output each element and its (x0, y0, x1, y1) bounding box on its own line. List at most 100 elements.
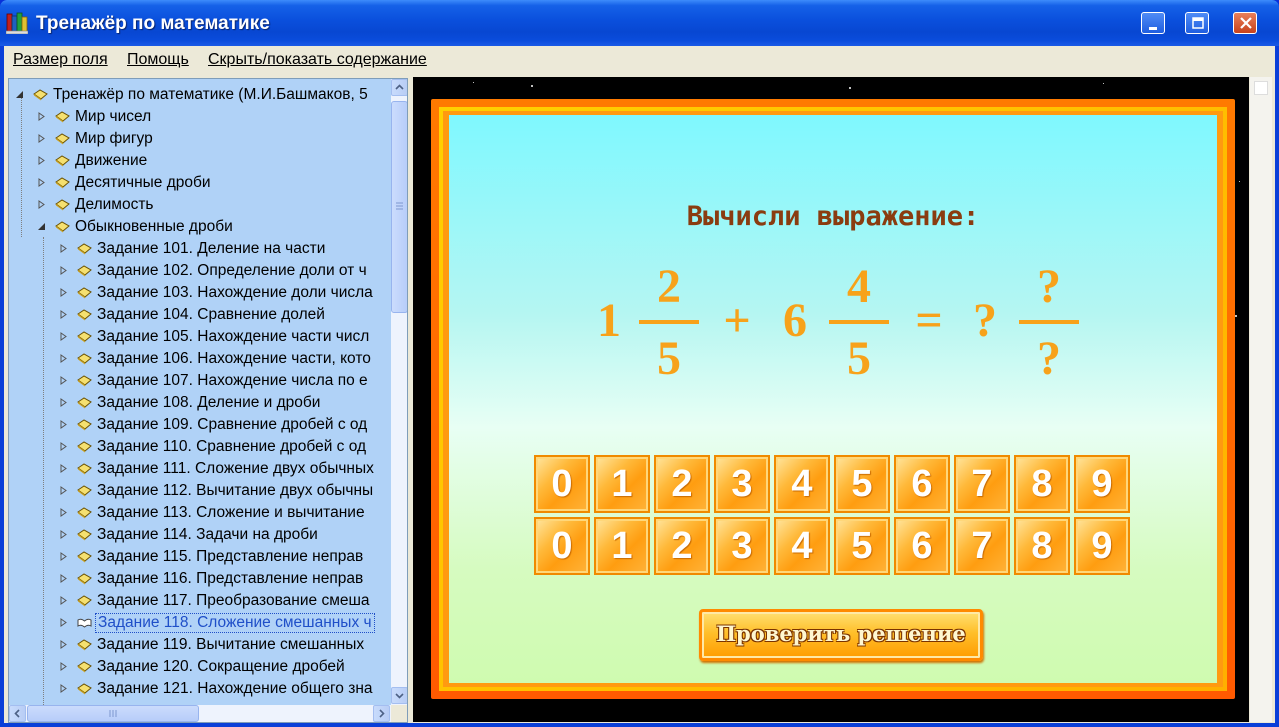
digit-button[interactable]: 8 (1014, 455, 1070, 513)
answer-numerator[interactable]: ? (1025, 259, 1073, 314)
digit-button[interactable]: 6 (894, 517, 950, 575)
scrollbar-corner (391, 705, 407, 722)
digit-button[interactable]: 6 (894, 455, 950, 513)
expand-triangle-icon[interactable] (59, 244, 68, 253)
expand-triangle-icon[interactable] (59, 596, 68, 605)
menu-help[interactable]: Помощь (127, 51, 189, 69)
tree-task-label: Задание 120. Сокращение дробей (97, 658, 345, 675)
tree-task-label: Задание 109. Сравнение дробей с од (97, 416, 368, 433)
expand-triangle-icon[interactable] (59, 486, 68, 495)
book-icon (77, 331, 92, 343)
tree-section-label: Мир фигур (75, 130, 153, 147)
whole-part-2: 6 (783, 294, 807, 347)
scroll-right-button[interactable] (373, 705, 390, 722)
expand-triangle-icon[interactable] (59, 310, 68, 319)
fraction-bar-2 (829, 320, 889, 324)
grip-icon (109, 710, 117, 717)
app-window: Тренажёр по математике Размер поля Помощ… (0, 0, 1279, 727)
arrow-left-icon (14, 709, 20, 718)
expand-triangle-icon[interactable] (37, 112, 46, 121)
content-scrollbar[interactable] (1250, 77, 1272, 722)
expand-triangle-icon[interactable] (59, 442, 68, 451)
expand-triangle-icon[interactable] (59, 508, 68, 517)
expand-triangle-icon[interactable] (37, 200, 46, 209)
expand-triangle-icon[interactable] (59, 398, 68, 407)
expand-triangle-icon[interactable] (59, 574, 68, 583)
plus-sign: + (723, 294, 751, 347)
tree-vertical-scrollbar[interactable] (391, 79, 407, 705)
digit-button[interactable]: 5 (834, 517, 890, 575)
collapse-triangle-icon[interactable] (37, 222, 46, 231)
digit-button[interactable]: 1 (594, 517, 650, 575)
digit-button[interactable]: 4 (774, 455, 830, 513)
digit-button[interactable]: 7 (954, 455, 1010, 513)
numerator-1: 2 (657, 260, 681, 313)
expand-triangle-icon[interactable] (59, 464, 68, 473)
expand-triangle-icon[interactable] (59, 662, 68, 671)
minimize-button[interactable] (1141, 12, 1165, 34)
digit-button[interactable]: 8 (1014, 517, 1070, 575)
digit-button[interactable]: 0 (534, 517, 590, 575)
expand-triangle-icon[interactable] (59, 640, 68, 649)
book-icon (77, 243, 92, 255)
numerator-2: 4 (847, 260, 871, 313)
digit-button[interactable]: 5 (834, 455, 890, 513)
expand-triangle-icon[interactable] (59, 552, 68, 561)
digit-button[interactable]: 7 (954, 517, 1010, 575)
expand-triangle-icon[interactable] (59, 376, 68, 385)
menu-toggle-contents[interactable]: Скрыть/показать содержание (208, 51, 427, 69)
exercise-stage: Вычисли выражение: 1 2 5 + 6 4 5 = ? ? ?… (413, 77, 1249, 722)
expand-triangle-icon[interactable] (59, 266, 68, 275)
tree-section-label: Делимость (75, 196, 154, 213)
tree-horizontal-scrollbar[interactable] (9, 705, 391, 722)
maximize-icon (1192, 17, 1204, 29)
scroll-thumb[interactable] (391, 101, 407, 313)
book-icon (77, 595, 92, 607)
digit-button[interactable]: 1 (594, 455, 650, 513)
tree-task-label: Задание 110. Сравнение дробей с од (97, 438, 367, 455)
expand-triangle-icon[interactable] (37, 156, 46, 165)
minimize-icon (1149, 27, 1157, 30)
scroll-up-button[interactable] (1254, 81, 1268, 95)
expand-triangle-icon[interactable] (59, 332, 68, 341)
answer-denominator[interactable]: ? (1025, 331, 1073, 386)
expand-triangle-icon[interactable] (59, 618, 68, 627)
digit-button[interactable]: 0 (534, 455, 590, 513)
book-icon (77, 375, 92, 387)
digit-button[interactable]: 3 (714, 455, 770, 513)
digit-button[interactable]: 9 (1074, 517, 1130, 575)
book-icon (77, 441, 92, 453)
collapse-triangle-icon[interactable] (15, 90, 24, 99)
contents-tree[interactable]: Тренажёр по математике (М.И.Башмаков, 5 … (8, 78, 408, 723)
book-icon (77, 573, 92, 585)
tree-task-label: Задание 105. Нахождение части числ (97, 328, 370, 345)
expand-triangle-icon[interactable] (59, 530, 68, 539)
check-solution-button[interactable]: Проверить решение (699, 609, 983, 661)
expand-triangle-icon[interactable] (59, 288, 68, 297)
arrow-up-icon (395, 84, 404, 90)
menu-field-size[interactable]: Размер поля (13, 51, 108, 69)
expand-triangle-icon[interactable] (37, 178, 46, 187)
arrow-down-icon (395, 693, 404, 699)
expand-triangle-icon[interactable] (59, 354, 68, 363)
answer-whole-part[interactable]: ? (965, 293, 1005, 348)
digit-button[interactable]: 2 (654, 517, 710, 575)
digit-button[interactable]: 2 (654, 455, 710, 513)
scroll-thumb-horizontal[interactable] (27, 705, 199, 722)
close-button[interactable] (1233, 12, 1257, 34)
close-icon (1240, 17, 1252, 29)
book-icon (77, 353, 92, 365)
tree-task-label: Задание 117. Преобразование смеша (97, 592, 370, 609)
expand-triangle-icon[interactable] (59, 684, 68, 693)
scroll-up-button[interactable] (391, 79, 407, 96)
digit-button[interactable]: 3 (714, 517, 770, 575)
expand-triangle-icon[interactable] (37, 134, 46, 143)
title-bar[interactable]: Тренажёр по математике (0, 0, 1279, 46)
scroll-left-button[interactable] (9, 705, 26, 722)
digit-button[interactable]: 9 (1074, 455, 1130, 513)
digit-button[interactable]: 4 (774, 517, 830, 575)
scroll-down-button[interactable] (391, 687, 407, 704)
maximize-button[interactable] (1185, 12, 1209, 34)
tree-task-label: Задание 115. Представление неправ (97, 548, 364, 565)
expand-triangle-icon[interactable] (59, 420, 68, 429)
